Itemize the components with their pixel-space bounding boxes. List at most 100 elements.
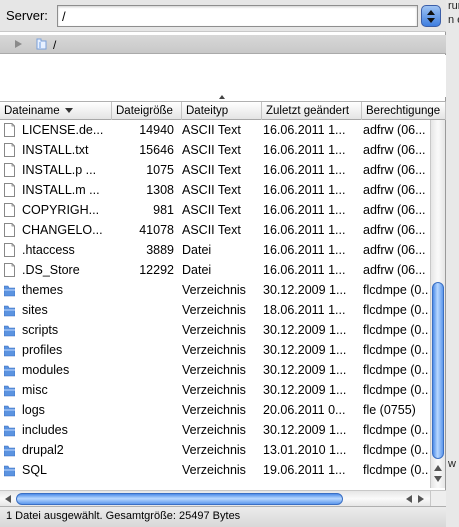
permissions-cell: flcdmpe (0... [363, 423, 429, 437]
folder-icon [36, 38, 47, 50]
file-name-cell: SQL [22, 463, 48, 477]
horizontal-scrollbar[interactable] [0, 490, 430, 506]
folder-icon [4, 405, 15, 417]
file-type-cell: Verzeichnis [182, 363, 246, 377]
file-row[interactable]: .htaccess 3889 Datei 16.06.2011 1... adfrw (… [0, 240, 430, 260]
server-path-input[interactable] [57, 5, 418, 27]
scroll-down-arrow-icon[interactable] [434, 476, 442, 482]
file-type-cell: Verzeichnis [182, 463, 246, 477]
column-header-filename[interactable]: Dateiname [0, 102, 112, 120]
file-row[interactable]: .DS_Store 12292 Datei 16.06.2011 1... adfrw … [0, 260, 430, 280]
file-type-cell: ASCII Text [182, 183, 241, 197]
horizontal-scroll-thumb[interactable] [16, 493, 343, 505]
file-name-cell: COPYRIGH... [22, 203, 100, 217]
permissions-cell: flcdmpe (0... [363, 283, 429, 297]
permissions-cell: adfrw (06... [363, 163, 426, 177]
folder-row[interactable]: modules Verzeichnis 30.12.2009 1... flcdmpe… [0, 360, 430, 380]
column-header-filesize[interactable]: Dateigröße [112, 102, 182, 120]
file-size-cell: 41078 [139, 223, 174, 237]
document-icon [4, 163, 15, 177]
file-name-cell: LICENSE.de... [22, 123, 104, 137]
folder-icon [4, 465, 15, 477]
file-size-cell: 981 [153, 203, 174, 217]
modified-date-cell: 13.01.2010 1... [263, 443, 347, 457]
file-row[interactable]: COPYRIGH... 981 ASCII Text 16.06.2011 1... a… [0, 200, 430, 220]
document-icon [4, 263, 15, 277]
file-row[interactable]: CHANGELO... 41078 ASCII Text 16.06.2011 1..… [0, 220, 430, 240]
permissions-cell: flcdmpe (0... [363, 323, 429, 337]
permissions-cell: fle (0755) [363, 403, 416, 417]
modified-date-cell: 16.06.2011 1... [263, 243, 346, 257]
column-header-filetype[interactable]: Dateityp [182, 102, 262, 120]
folder-row[interactable]: sites Verzeichnis 18.06.2011 1... flcdmpe (… [0, 300, 430, 320]
file-name-cell: themes [22, 283, 63, 297]
remote-file-panel: Server: / Dateiname Dateigröße Dateityp … [0, 0, 446, 527]
file-name-cell: includes [22, 423, 68, 437]
folder-icon [4, 445, 15, 457]
chevron-down-icon [427, 18, 435, 23]
file-name-cell: .DS_Store [22, 263, 80, 277]
file-name-cell: scripts [22, 323, 59, 337]
folder-icon [4, 305, 15, 317]
folder-icon [4, 345, 15, 357]
permissions-cell: flcdmpe (0... [363, 443, 429, 457]
scroll-left-arrow-icon[interactable] [406, 495, 412, 503]
scroll-left-arrow-icon[interactable] [5, 495, 11, 503]
file-row[interactable]: LICENSE.de... 14940 ASCII Text 16.06.2011 1… [0, 120, 430, 140]
scroll-right-arrow-icon[interactable] [418, 495, 424, 503]
permissions-cell: adfrw (06... [363, 223, 426, 237]
file-size-cell [110, 320, 174, 340]
permissions-cell: flcdmpe (0... [363, 363, 429, 377]
vertical-scroll-thumb[interactable] [432, 282, 444, 459]
modified-date-cell: 16.06.2011 1... [263, 203, 346, 217]
permissions-cell: flcdmpe (0... [363, 383, 429, 397]
disclosure-triangle-icon[interactable] [15, 40, 22, 48]
permissions-cell: adfrw (06... [363, 183, 426, 197]
folder-row[interactable]: SQL Verzeichnis 19.06.2011 1... flcdmpe (0.… [0, 460, 430, 480]
file-name-cell: drupal2 [22, 443, 64, 457]
file-size-cell [110, 380, 174, 400]
modified-date-cell: 18.06.2011 1... [263, 303, 346, 317]
folder-row[interactable]: logs Verzeichnis 20.06.2011 0... fle (0755) [0, 400, 430, 420]
server-row: Server: [0, 0, 446, 32]
file-type-cell: ASCII Text [182, 123, 241, 137]
modified-date-cell: 16.06.2011 1... [263, 263, 346, 277]
modified-date-cell: 19.06.2011 1... [263, 463, 346, 477]
file-type-cell: ASCII Text [182, 143, 241, 157]
document-icon [4, 243, 15, 257]
file-size-cell [110, 460, 174, 480]
server-history-stepper[interactable] [421, 5, 441, 27]
permissions-cell: flcdmpe (0... [363, 303, 429, 317]
column-header-modified[interactable]: Zuletzt geändert [262, 102, 362, 120]
scroll-up-arrow-icon[interactable] [434, 465, 442, 471]
folder-row[interactable]: profiles Verzeichnis 30.12.2009 1... flcdmp… [0, 340, 430, 360]
folder-row[interactable]: includes Verzeichnis 30.12.2009 1... flcdmp… [0, 420, 430, 440]
file-size-cell [110, 420, 174, 440]
folder-row[interactable]: themes Verzeichnis 30.12.2009 1... flcdmpe … [0, 280, 430, 300]
file-row[interactable]: INSTALL.m ... 1308 ASCII Text 16.06.2011 1.… [0, 180, 430, 200]
file-type-cell: Verzeichnis [182, 303, 246, 317]
file-row[interactable]: INSTALL.p ... 1075 ASCII Text 16.06.2011 1.… [0, 160, 430, 180]
server-label: Server: [6, 8, 48, 23]
splitter-handle-icon[interactable] [219, 95, 225, 99]
background-window-text: w [448, 458, 456, 470]
folder-row[interactable]: misc Verzeichnis 30.12.2009 1... flcdmpe (0… [0, 380, 430, 400]
folder-icon [4, 425, 15, 437]
file-type-cell: Verzeichnis [182, 403, 246, 417]
permissions-cell: adfrw (06... [363, 263, 426, 277]
column-header-permissions[interactable]: Berechtigunge [362, 102, 446, 120]
directory-tree-row[interactable]: / [0, 35, 446, 54]
file-size-cell: 3889 [146, 243, 174, 257]
folder-row[interactable]: drupal2 Verzeichnis 13.01.2010 1... flcdmpe… [0, 440, 430, 460]
file-type-cell: Verzeichnis [182, 383, 246, 397]
file-size-cell: 15646 [139, 143, 174, 157]
file-name-cell: misc [22, 383, 48, 397]
folder-icon [4, 325, 15, 337]
file-row[interactable]: INSTALL.txt 15646 ASCII Text 16.06.2011 1..… [0, 140, 430, 160]
file-type-cell: Datei [182, 263, 212, 277]
document-icon [4, 203, 15, 217]
file-size-cell [110, 400, 174, 420]
vertical-scrollbar[interactable] [430, 120, 445, 488]
modified-date-cell: 16.06.2011 1... [263, 123, 346, 137]
folder-row[interactable]: scripts Verzeichnis 30.12.2009 1... flcdmpe… [0, 320, 430, 340]
